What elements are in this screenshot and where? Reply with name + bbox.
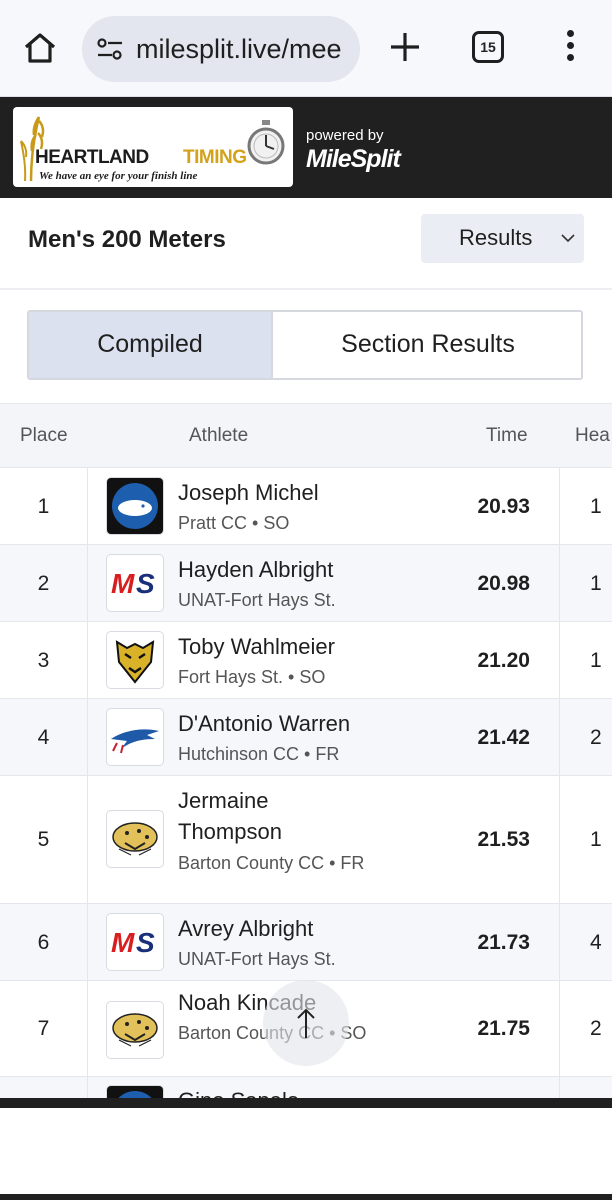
athlete-team[interactable]: Hutchinson CC • FR (178, 742, 368, 766)
place-cell: 5 (37, 828, 50, 851)
heat-cell: 2 (590, 726, 602, 749)
cougar-icon (106, 810, 164, 868)
tab-section-results[interactable]: Section Results (273, 312, 581, 378)
browser-toolbar: milesplit.live/mee 15 (0, 0, 612, 97)
time-cell: 20.93 (477, 495, 530, 518)
table-row[interactable]: 1 Joseph Michel Pratt CC • SO 20.93 1 (0, 467, 612, 544)
athlete-name[interactable]: Gino Sapalo (178, 1085, 378, 1099)
column-header-time[interactable]: Time (486, 425, 528, 447)
heat-cell: 4 (590, 931, 602, 954)
athlete-name[interactable]: Joseph Michel (178, 477, 378, 508)
athlete-team[interactable]: UNAT-Fort Hays St. (178, 588, 368, 612)
athlete-name[interactable]: D'Antonio Warren (178, 708, 378, 739)
time-cell: 21.53 (477, 828, 530, 851)
chevron-down-icon (561, 234, 575, 243)
place-cell: 1 (37, 495, 50, 518)
arrow-up-icon (297, 1008, 315, 1038)
table-header: Place Athlete Time Hea (0, 404, 612, 467)
navigation-bar-edge (0, 1194, 612, 1200)
athlete-team[interactable]: UNAT-Fort Hays St. (178, 947, 368, 971)
svg-text:S: S (136, 927, 155, 958)
logo-tagline: We have an eye for your finish line (39, 170, 198, 182)
view-select-value: Results (459, 225, 533, 250)
svg-text:M: M (111, 927, 135, 958)
page-bottom-divider (0, 1098, 612, 1108)
column-header-athlete[interactable]: Athlete (189, 425, 248, 447)
heartland-timing-logo[interactable]: HEARTLAND TIMING We have an eye for your… (13, 107, 293, 187)
athlete-team[interactable]: Fort Hays St. • SO (178, 665, 368, 689)
logo-word-timing: TIMING (183, 147, 247, 168)
svg-text:M: M (111, 568, 135, 599)
home-icon[interactable] (20, 28, 60, 68)
url-text: milesplit.live/mee (136, 34, 342, 64)
heat-cell: 1 (590, 649, 602, 672)
back-to-top-button[interactable] (263, 980, 349, 1066)
tab-compiled[interactable]: Compiled (29, 312, 273, 378)
table-row[interactable]: 2 MS Hayden Albright UNAT-Fort Hays St. … (0, 544, 612, 621)
event-title: Men's 200 Meters (28, 226, 226, 253)
view-select[interactable]: Results (421, 214, 584, 263)
milesplit-brand[interactable]: MileSplit (306, 145, 401, 174)
pratt-beaver-icon (106, 477, 164, 535)
athlete-team[interactable]: Pratt CC • SO (178, 511, 368, 535)
heat-cell: 1 (590, 495, 602, 518)
blue-dragon-icon (106, 708, 164, 766)
heat-cell: 2 (590, 1017, 602, 1040)
milesplit-ms-icon: MS (106, 554, 164, 612)
results-tabs: Compiled Section Results (27, 310, 583, 380)
stopwatch-icon (247, 120, 285, 165)
new-tab-icon[interactable] (386, 28, 424, 66)
athlete-team[interactable]: Barton County CC • FR (178, 851, 368, 875)
time-cell: 20.98 (477, 572, 530, 595)
table-row[interactable]: 5 Jermaine Thompson Barton County CC • F… (0, 775, 612, 903)
heat-cell: 1 (590, 828, 602, 851)
cougar-icon (106, 1001, 164, 1059)
time-cell: 21.75 (477, 1017, 530, 1040)
svg-text:S: S (136, 568, 155, 599)
heat-cell: 1 (590, 572, 602, 595)
pratt-beaver-icon (106, 1085, 164, 1099)
table-row[interactable]: 6 MS Avrey Albright UNAT-Fort Hays St. 2… (0, 903, 612, 980)
table-row[interactable]: Gino Sapalo (0, 1076, 612, 1099)
tab-switcher-button[interactable]: 15 (472, 31, 504, 63)
place-cell: 3 (37, 649, 50, 672)
tab-section-results-label: Section Results (341, 330, 515, 358)
address-bar[interactable]: milesplit.live/mee (82, 16, 360, 82)
column-header-place[interactable]: Place (20, 425, 68, 447)
athlete-name[interactable]: Avrey Albright (178, 913, 378, 944)
event-header: Men's 200 Meters Results (0, 198, 612, 290)
site-header: HEARTLAND TIMING We have an eye for your… (0, 97, 612, 198)
time-cell: 21.42 (477, 726, 530, 749)
time-cell: 21.73 (477, 931, 530, 954)
athlete-name[interactable]: Hayden Albright (178, 554, 378, 585)
column-header-heat[interactable]: Hea (575, 425, 610, 447)
milesplit-ms-icon: MS (106, 913, 164, 971)
logo-word-heartland: HEARTLAND (35, 147, 149, 168)
place-cell: 4 (37, 726, 50, 749)
place-cell: 7 (37, 1017, 50, 1040)
site-settings-icon[interactable] (96, 38, 124, 60)
athlete-name[interactable]: Toby Wahlmeier (178, 631, 378, 662)
table-row[interactable]: 3 Toby Wahlmeier Fort Hays St. • SO 21.2… (0, 621, 612, 698)
tab-compiled-label: Compiled (97, 330, 203, 358)
athlete-name[interactable]: Jermaine Thompson (178, 785, 318, 847)
table-row[interactable]: 4 D'Antonio Warren Hutchinson CC • FR 21… (0, 698, 612, 775)
place-cell: 2 (37, 572, 50, 595)
more-menu-icon[interactable] (562, 30, 578, 68)
powered-by-label: powered by (306, 127, 384, 144)
place-cell: 6 (37, 931, 50, 954)
time-cell: 21.20 (477, 649, 530, 672)
tiger-icon (106, 631, 164, 689)
